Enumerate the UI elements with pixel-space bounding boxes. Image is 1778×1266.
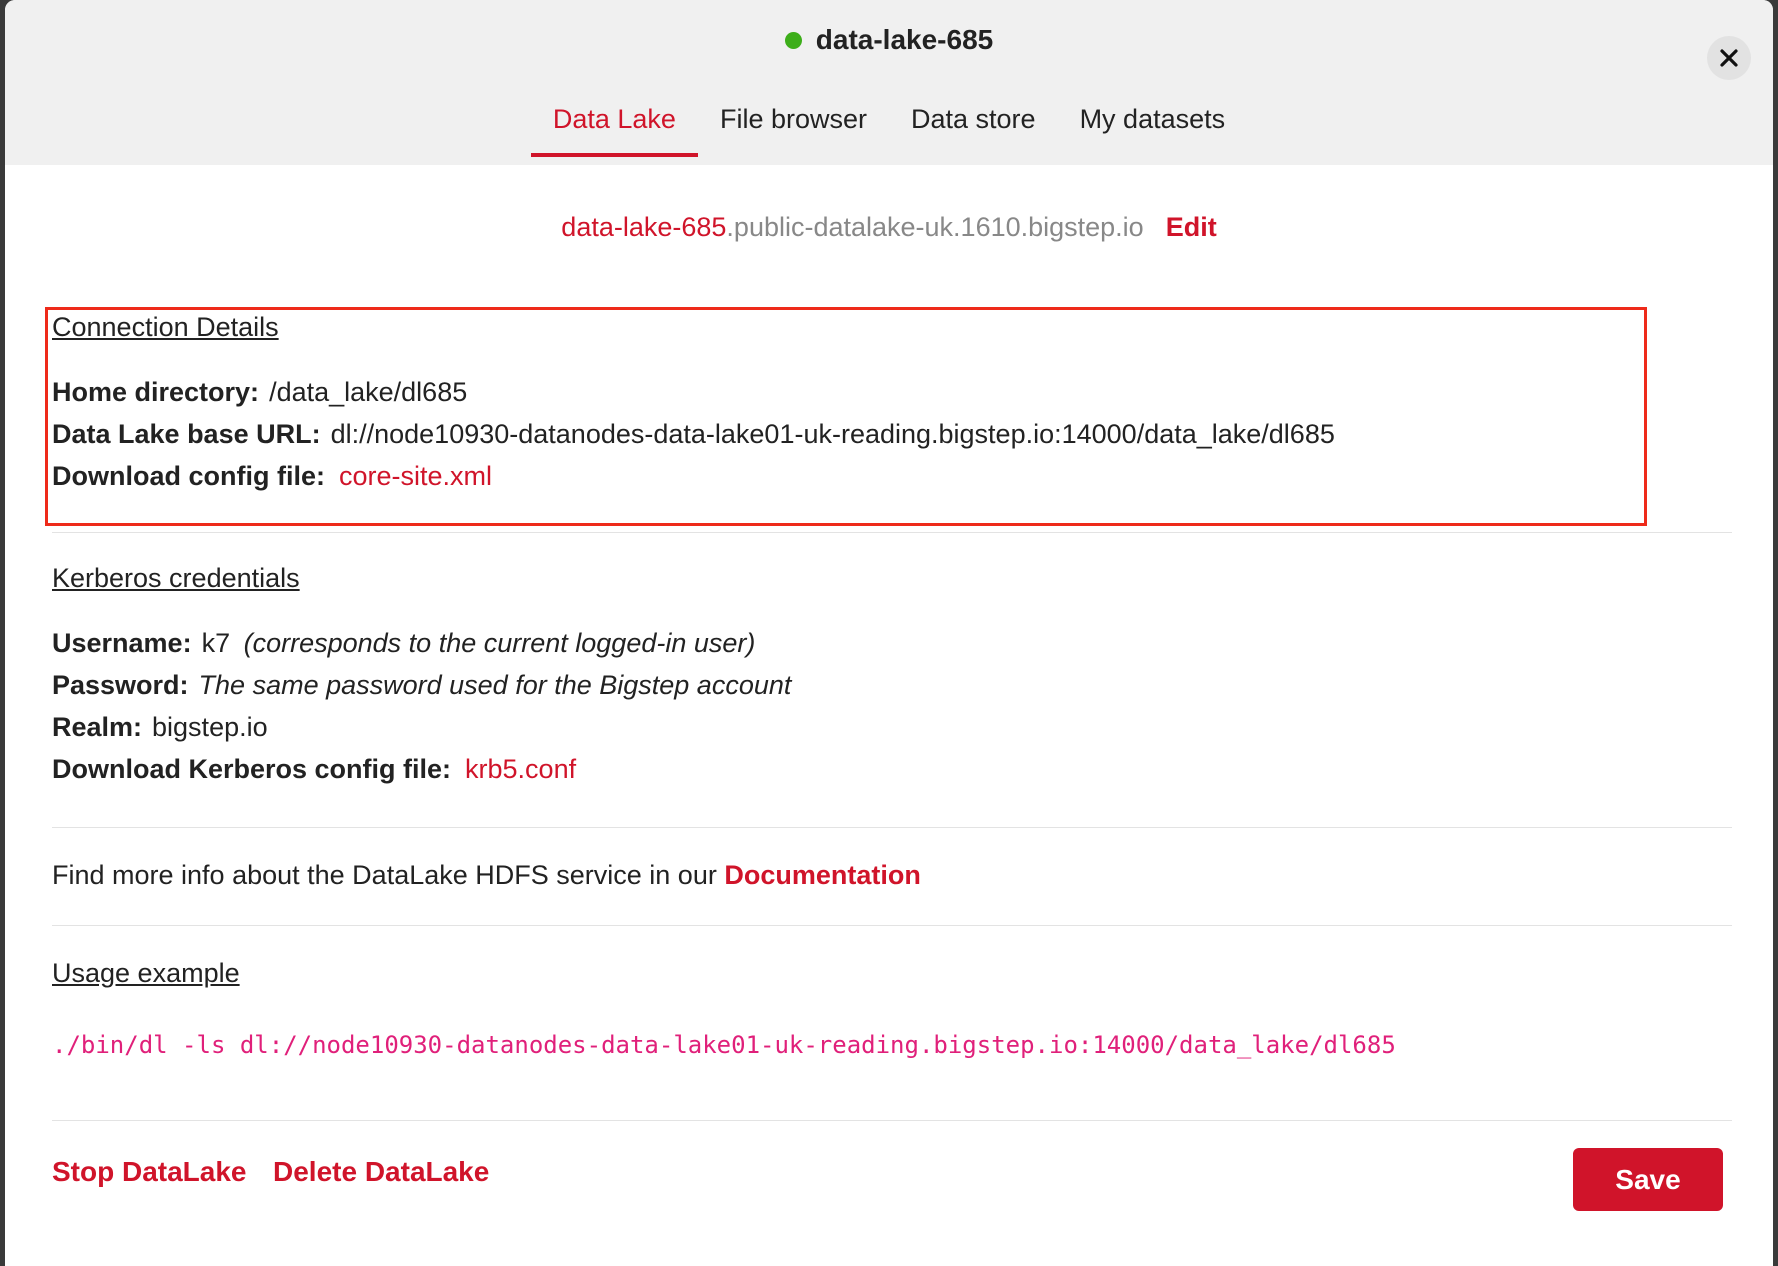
- divider: [52, 1120, 1732, 1121]
- username-label: Username:: [52, 628, 192, 658]
- usage-section: Usage example ./bin/dl -ls dl://node1093…: [52, 958, 1732, 1059]
- host-domain: .public-datalake-uk.1610.bigstep.io: [726, 212, 1144, 242]
- kerberos-config-row: Download Kerberos config file: krb5.conf: [52, 748, 1732, 790]
- username-value: k7: [201, 628, 231, 658]
- info-section: Find more info about the DataLake HDFS s…: [52, 860, 1732, 891]
- core-site-link[interactable]: core-site.xml: [339, 461, 492, 491]
- tab-file-browser[interactable]: File browser: [698, 96, 889, 155]
- tab-bar: Data Lake File browser Data store My dat…: [5, 96, 1773, 157]
- save-button[interactable]: Save: [1573, 1148, 1723, 1211]
- password-value: The same password used for the Bigstep a…: [198, 670, 792, 700]
- base-url-row: Data Lake base URL: dl://node10930-datano…: [52, 413, 1732, 455]
- realm-label: Realm:: [52, 712, 143, 742]
- connection-details-section: Connection Details Home directory: /data_…: [52, 312, 1732, 497]
- config-file-label: Download config file:: [52, 461, 325, 491]
- kerberos-config-label: Download Kerberos config file:: [52, 754, 452, 784]
- host-row: data-lake-685 .public-datalake-uk.1610.bi…: [5, 212, 1773, 243]
- tab-data-store[interactable]: Data store: [889, 96, 1058, 155]
- tab-data-lake[interactable]: Data Lake: [530, 96, 699, 157]
- title-row: data-lake-685: [5, 24, 1773, 56]
- usage-title: Usage example: [52, 958, 240, 988]
- password-row: Password: The same password used for the …: [52, 664, 1732, 706]
- kerberos-section: Kerberos credentials Username: k7 (corres…: [52, 563, 1732, 790]
- info-line: Find more info about the DataLake HDFS s…: [52, 860, 1732, 891]
- password-label: Password:: [52, 670, 189, 700]
- info-text: Find more info about the DataLake HDFS s…: [52, 860, 717, 890]
- divider: [52, 925, 1732, 926]
- status-dot-icon: [784, 31, 802, 49]
- edit-host-link[interactable]: Edit: [1166, 212, 1217, 243]
- config-file-row: Download config file: core-site.xml: [52, 455, 1732, 497]
- base-url-value: dl://node10930-datanodes-data-lake01-uk-…: [330, 419, 1335, 449]
- delete-datalake-button[interactable]: Delete DataLake: [273, 1156, 489, 1188]
- connection-details-title: Connection Details: [52, 312, 279, 342]
- home-directory-row: Home directory: /data_lake/dl685: [52, 371, 1732, 413]
- datalake-modal: data-lake-685 Data Lake File browser Dat…: [5, 0, 1773, 1266]
- usage-code: ./bin/dl -ls dl://node10930-datanodes-da…: [52, 1031, 1396, 1059]
- base-url-label: Data Lake base URL:: [52, 419, 321, 449]
- username-note: (corresponds to the current logged-in us…: [243, 628, 756, 658]
- divider: [52, 532, 1732, 533]
- modal-title: data-lake-685: [815, 24, 994, 55]
- realm-value: bigstep.io: [152, 712, 268, 742]
- realm-row: Realm: bigstep.io: [52, 706, 1732, 748]
- divider: [52, 827, 1732, 828]
- documentation-link[interactable]: Documentation: [724, 860, 921, 890]
- tab-my-datasets[interactable]: My datasets: [1058, 96, 1248, 155]
- close-button[interactable]: [1707, 36, 1751, 80]
- kerberos-title: Kerberos credentials: [52, 563, 300, 593]
- username-row: Username: k7 (corresponds to the current …: [52, 622, 1732, 664]
- stop-datalake-button[interactable]: Stop DataLake: [52, 1156, 247, 1188]
- home-directory-value: /data_lake/dl685: [269, 377, 468, 407]
- host-name: data-lake-685: [561, 212, 727, 242]
- close-icon: [1720, 49, 1738, 67]
- modal-header: data-lake-685 Data Lake File browser Dat…: [5, 0, 1773, 165]
- krb5-conf-link[interactable]: krb5.conf: [465, 754, 576, 784]
- home-directory-label: Home directory:: [52, 377, 260, 407]
